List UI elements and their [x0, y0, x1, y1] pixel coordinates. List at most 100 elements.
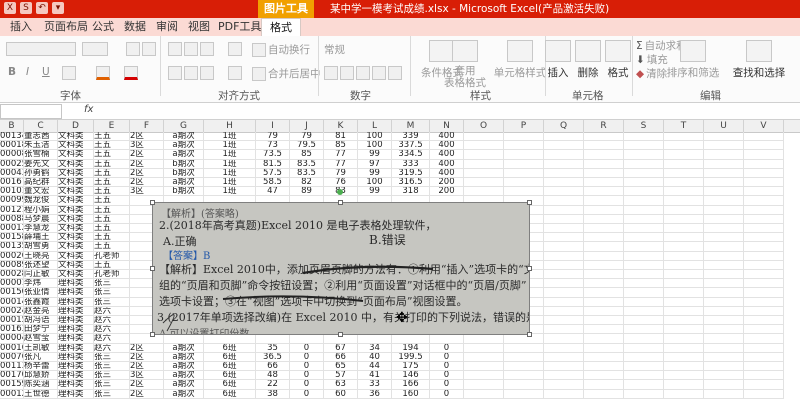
tab-pdf-tools[interactable]: PDF工具: [218, 18, 261, 36]
table-cell[interactable]: [744, 371, 784, 381]
table-cell[interactable]: [664, 343, 704, 353]
merge-center-button[interactable]: 合并后居中: [252, 66, 321, 81]
table-cell[interactable]: [744, 196, 784, 206]
table-cell[interactable]: b期次: [164, 159, 204, 169]
table-cell[interactable]: 77: [324, 150, 358, 160]
table-cell[interactable]: [744, 168, 784, 178]
save-icon[interactable]: S: [20, 2, 32, 14]
table-cell[interactable]: 薛埔王: [24, 233, 58, 243]
table-cell[interactable]: [704, 187, 744, 197]
table-cell[interactable]: [744, 362, 784, 372]
table-cell[interactable]: 6班: [204, 380, 256, 390]
table-cell[interactable]: [584, 352, 624, 362]
table-cell[interactable]: [704, 141, 744, 151]
table-cell[interactable]: [504, 380, 544, 390]
table-cell[interactable]: 文科类: [58, 150, 94, 160]
table-cell[interactable]: 00028: [0, 270, 24, 280]
table-cell[interactable]: [504, 150, 544, 160]
table-cell[interactable]: [624, 279, 664, 289]
table-cell[interactable]: 44: [358, 362, 392, 372]
table-cell[interactable]: 2区: [130, 362, 164, 372]
table-cell[interactable]: [744, 242, 784, 252]
table-cell[interactable]: [504, 362, 544, 372]
table-cell[interactable]: 张三: [94, 288, 130, 298]
table-cell[interactable]: [664, 150, 704, 160]
table-cell[interactable]: [624, 316, 664, 326]
table-cell[interactable]: 马梦晨: [24, 214, 58, 224]
table-cell[interactable]: 文科类: [58, 178, 94, 188]
table-cell[interactable]: [544, 187, 584, 197]
table-cell[interactable]: [664, 371, 704, 381]
table-cell[interactable]: 理科类: [58, 352, 94, 362]
table-cell[interactable]: 00170: [0, 371, 24, 381]
table-cell[interactable]: [664, 233, 704, 243]
table-cell[interactable]: [664, 380, 704, 390]
table-cell[interactable]: 97: [358, 159, 392, 169]
table-cell[interactable]: [624, 389, 664, 399]
table-cell[interactable]: 334.5: [392, 150, 430, 160]
table-cell[interactable]: 00001: [0, 279, 24, 289]
table-cell[interactable]: 赵六: [94, 325, 130, 335]
table-cell[interactable]: 00024: [0, 306, 24, 316]
table-cell[interactable]: 张三: [94, 371, 130, 381]
table-cell[interactable]: [624, 343, 664, 353]
table-cell[interactable]: 张亚倩: [24, 288, 58, 298]
column-header[interactable]: F: [130, 120, 164, 132]
table-cell[interactable]: 张三: [94, 362, 130, 372]
table-cell[interactable]: 400: [430, 168, 464, 178]
table-cell[interactable]: [544, 297, 584, 307]
table-cell[interactable]: 2区: [130, 352, 164, 362]
table-cell[interactable]: [624, 168, 664, 178]
table-cell[interactable]: 2区: [130, 380, 164, 390]
table-cell[interactable]: b期次: [164, 187, 204, 197]
table-cell[interactable]: 王五: [94, 224, 130, 234]
table-cell[interactable]: [664, 214, 704, 224]
table-cell[interactable]: [744, 260, 784, 270]
table-cell[interactable]: [544, 251, 584, 261]
table-cell[interactable]: 1班: [204, 178, 256, 188]
table-cell[interactable]: [664, 251, 704, 261]
format-cells-button[interactable]: 格式: [600, 40, 636, 80]
table-cell[interactable]: [704, 352, 744, 362]
table-cell[interactable]: [744, 389, 784, 399]
table-cell[interactable]: 6班: [204, 352, 256, 362]
table-cell[interactable]: 00167: [0, 178, 24, 188]
table-cell[interactable]: 王五: [94, 178, 130, 188]
table-cell[interactable]: [584, 159, 624, 169]
column-header[interactable]: R: [584, 120, 624, 132]
table-cell[interactable]: [624, 260, 664, 270]
table-cell[interactable]: 董文宏: [24, 187, 58, 197]
table-cell[interactable]: 0: [430, 343, 464, 353]
table-cell[interactable]: 160: [392, 389, 430, 399]
table-cell[interactable]: [624, 362, 664, 372]
table-cell[interactable]: 文科类: [58, 242, 94, 252]
sort-filter-button[interactable]: 排序和筛选: [660, 40, 726, 80]
table-cell[interactable]: [744, 214, 784, 224]
resize-handle[interactable]: [150, 200, 155, 205]
table-cell[interactable]: [664, 242, 704, 252]
table-cell[interactable]: 文科类: [58, 205, 94, 215]
tab-formulas[interactable]: 公式: [92, 18, 114, 36]
table-cell[interactable]: [744, 178, 784, 188]
table-format-button[interactable]: 套用 表格格式: [440, 40, 490, 89]
table-cell[interactable]: 文科类: [58, 168, 94, 178]
table-cell[interactable]: 文科类: [58, 251, 94, 261]
table-cell[interactable]: 00018: [0, 141, 24, 151]
orientation-icon[interactable]: [228, 42, 242, 56]
tab-data[interactable]: 数据: [124, 18, 146, 36]
table-cell[interactable]: 00012: [0, 224, 24, 234]
table-cell[interactable]: 79: [256, 132, 290, 142]
wrap-text-button[interactable]: 自动换行: [252, 42, 310, 57]
tab-page-layout[interactable]: 页面布局: [44, 18, 88, 36]
table-cell[interactable]: [704, 380, 744, 390]
table-cell[interactable]: [584, 214, 624, 224]
table-cell[interactable]: [744, 352, 784, 362]
table-cell[interactable]: [544, 224, 584, 234]
table-cell[interactable]: [464, 343, 504, 353]
column-header[interactable]: J: [290, 120, 324, 132]
rotate-handle[interactable]: [337, 189, 343, 195]
table-cell[interactable]: 65: [324, 362, 358, 372]
table-cell[interactable]: 田梦宁: [24, 325, 58, 335]
table-cell[interactable]: 孔老师: [94, 251, 130, 261]
table-cell[interactable]: [624, 178, 664, 188]
